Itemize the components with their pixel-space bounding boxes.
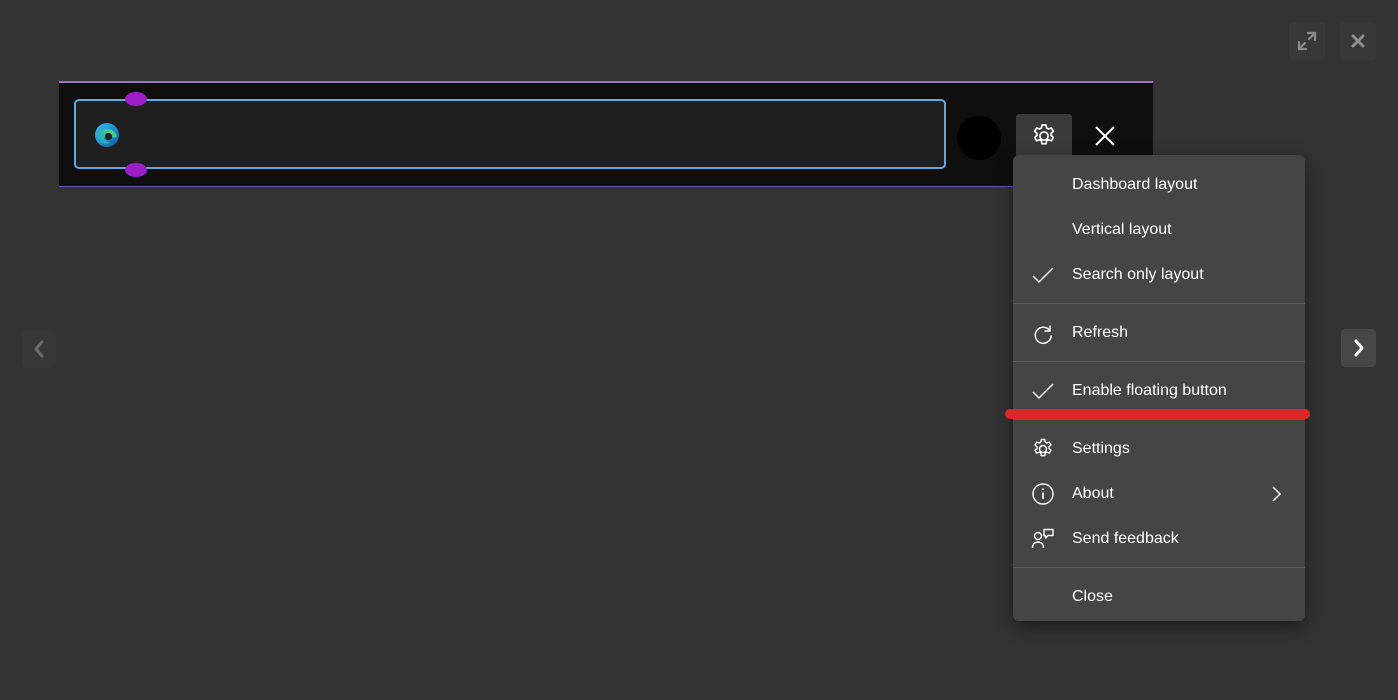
previous-button[interactable] bbox=[22, 330, 56, 368]
menu-item-search-only-layout[interactable]: Search only layout bbox=[1013, 252, 1305, 297]
check-icon bbox=[1031, 379, 1055, 403]
resize-handle-top[interactable] bbox=[125, 92, 147, 106]
chevron-left-icon bbox=[34, 340, 44, 358]
menu-item-label: Close bbox=[1072, 587, 1113, 605]
gear-icon bbox=[1033, 124, 1055, 145]
menu-item-enable-floating-button[interactable]: Enable floating button bbox=[1013, 368, 1305, 413]
menu-item-label: Vertical layout bbox=[1072, 220, 1172, 238]
chevron-right-icon bbox=[1354, 339, 1363, 357]
menu-item-label: Send feedback bbox=[1072, 529, 1179, 547]
avatar[interactable] bbox=[957, 116, 1001, 160]
chevron-right-icon bbox=[1272, 485, 1282, 502]
menu-separator bbox=[1013, 361, 1305, 362]
menu-item-label: Settings bbox=[1072, 439, 1130, 457]
menu-item-send-feedback[interactable]: Send feedback bbox=[1013, 516, 1305, 561]
resize-handle-bottom[interactable] bbox=[125, 163, 147, 177]
menu-item-settings[interactable]: Settings bbox=[1013, 426, 1305, 471]
search-bar-widget bbox=[59, 81, 1153, 187]
close-viewer-button[interactable] bbox=[1340, 22, 1376, 60]
menu-item-about[interactable]: About bbox=[1013, 471, 1305, 516]
menu-item-refresh[interactable]: Refresh bbox=[1013, 310, 1305, 355]
gear-icon bbox=[1031, 437, 1055, 461]
check-icon bbox=[1031, 263, 1055, 287]
expand-arrows-icon bbox=[1297, 31, 1317, 51]
menu-item-label: Dashboard layout bbox=[1072, 175, 1198, 193]
close-icon bbox=[1095, 126, 1115, 146]
settings-gear-button[interactable] bbox=[1016, 114, 1072, 158]
feedback-icon bbox=[1031, 527, 1055, 551]
menu-item-vertical-layout[interactable]: Vertical layout bbox=[1013, 207, 1305, 252]
menu-item-label: Search only layout bbox=[1072, 265, 1204, 283]
menu-item-dashboard-layout[interactable]: Dashboard layout bbox=[1013, 162, 1305, 207]
menu-item-label: Enable floating button bbox=[1072, 381, 1227, 399]
menu-item-label: Refresh bbox=[1072, 323, 1129, 341]
search-box[interactable] bbox=[74, 99, 946, 169]
next-button[interactable] bbox=[1341, 329, 1376, 367]
info-icon bbox=[1031, 482, 1055, 506]
menu-separator bbox=[1013, 567, 1305, 568]
menu-separator bbox=[1013, 303, 1305, 304]
refresh-icon bbox=[1031, 321, 1055, 345]
menu-item-close[interactable]: Close bbox=[1013, 574, 1305, 619]
expand-button[interactable] bbox=[1289, 22, 1325, 60]
menu-item-label: About bbox=[1072, 484, 1114, 502]
annotation-red-underline bbox=[1005, 409, 1310, 419]
edge-logo-icon bbox=[95, 123, 119, 147]
searchbar-close-button[interactable] bbox=[1083, 114, 1127, 158]
settings-context-menu: Dashboard layout Vertical layout Search … bbox=[1013, 155, 1305, 621]
menu-separator bbox=[1013, 419, 1305, 420]
search-input[interactable] bbox=[136, 111, 926, 157]
close-x-icon bbox=[1351, 34, 1365, 48]
